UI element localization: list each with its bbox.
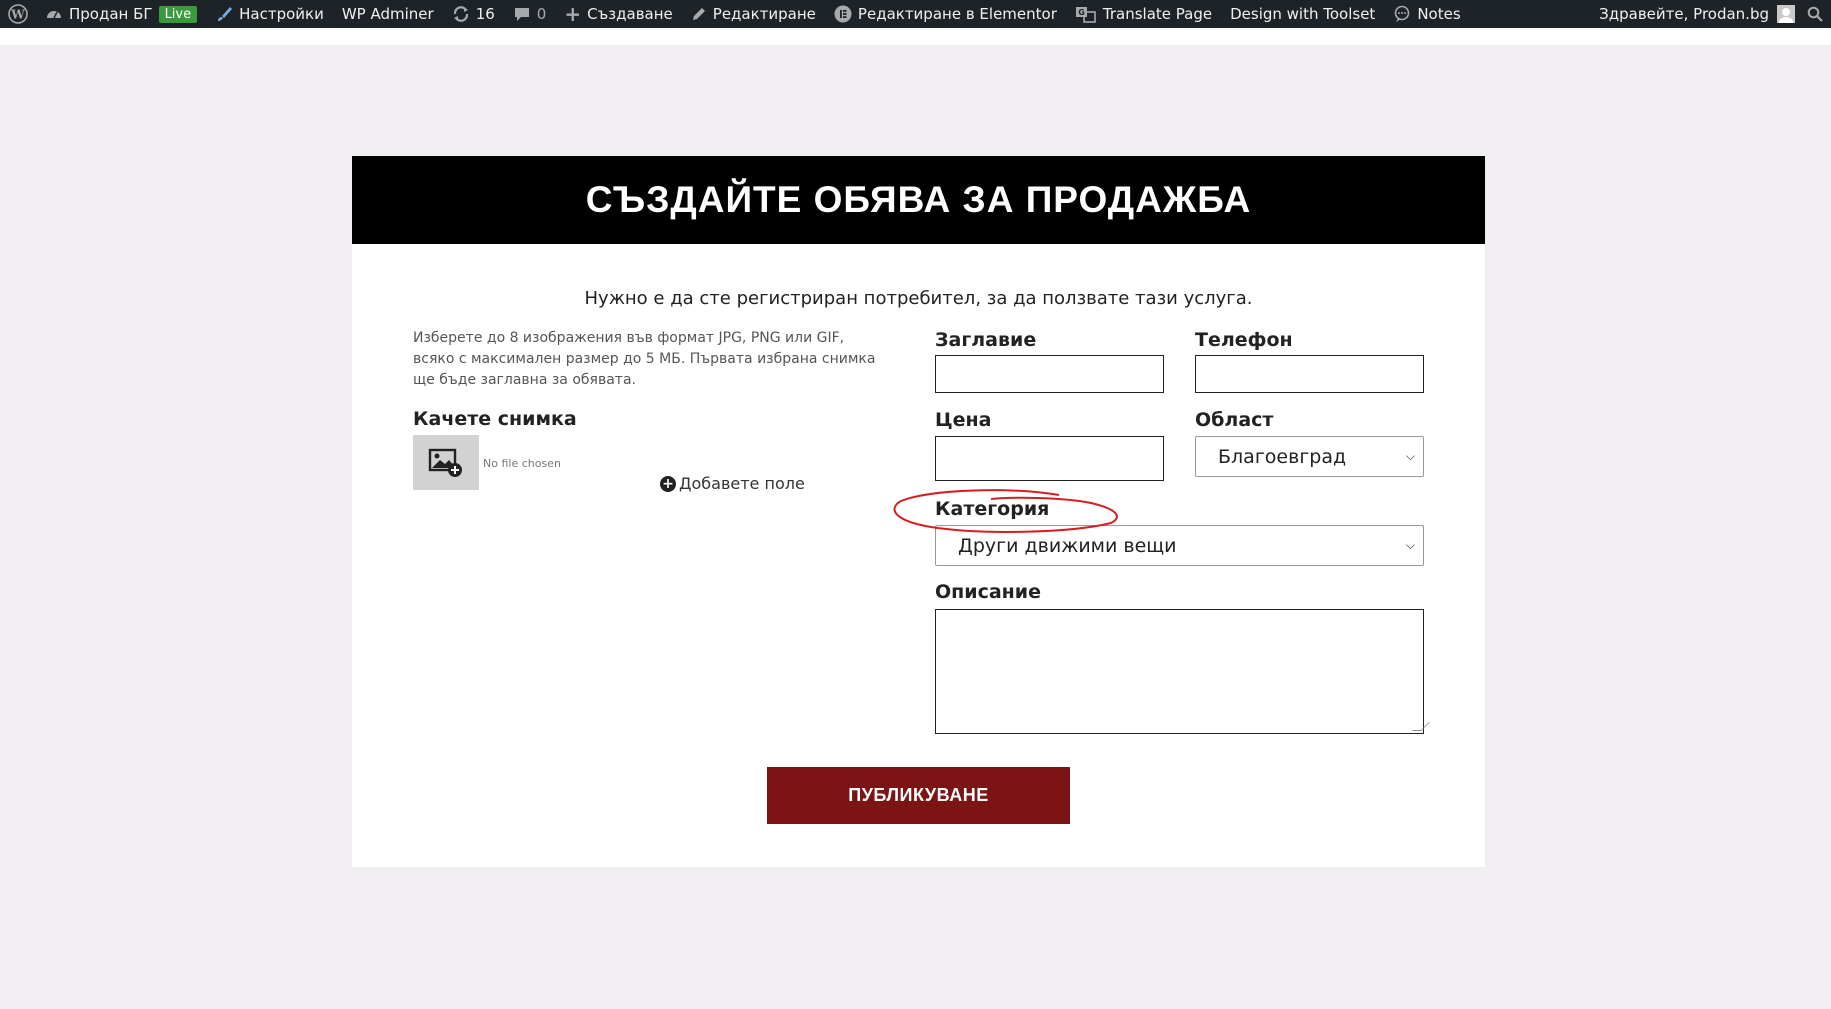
region-label: Област <box>1195 409 1274 431</box>
translate-page-link[interactable]: G Translate Page <box>1066 0 1221 28</box>
wordpress-logo-icon[interactable]: W <box>0 4 36 24</box>
edit-link[interactable]: Редактиране <box>682 0 825 28</box>
translate-page-label: Translate Page <box>1102 5 1213 23</box>
svg-text:W: W <box>10 8 25 22</box>
create-label: Създаване <box>587 5 673 23</box>
site-name-menu[interactable]: Продан БГ Live <box>36 0 206 28</box>
settings-menu[interactable]: Настройки <box>206 0 333 28</box>
publish-button[interactable]: ПУБЛИКУВАНЕ <box>767 767 1070 824</box>
design-toolset-label: Design with Toolset <box>1230 5 1376 23</box>
price-label: Цена <box>935 409 992 431</box>
page-top-strip <box>0 28 1831 45</box>
region-select[interactable]: Благоевград ⌵ <box>1195 436 1424 477</box>
notes-link[interactable]: Notes <box>1384 0 1469 28</box>
title-input[interactable] <box>935 355 1164 393</box>
edit-elementor-label: Редактиране в Elementor <box>857 5 1057 23</box>
updates-icon <box>452 5 470 23</box>
upload-label: Качете снимка <box>413 408 577 430</box>
add-field-label: Добавете поле <box>679 474 805 493</box>
form-header: СЪЗДАЙТЕ ОБЯВА ЗА ПРОДАЖБА <box>352 156 1485 244</box>
add-image-icon <box>428 448 462 477</box>
plus-icon: + <box>564 2 582 26</box>
resize-handle[interactable] <box>1412 722 1430 731</box>
edit-label: Редактиране <box>712 5 816 23</box>
phone-label: Телефон <box>1195 329 1293 351</box>
greeting: Здравейте, Prodan.bg <box>1599 5 1769 23</box>
svg-text:G: G <box>1078 8 1085 17</box>
description-label: Описание <box>935 581 1042 603</box>
annotation-circle <box>893 489 1118 533</box>
admin-bar: W Продан БГ Live Настройки WP Adminer 16… <box>0 0 1831 28</box>
region-value: Благоевград <box>1218 445 1347 468</box>
plus-circle-icon: + <box>660 475 676 492</box>
notes-label: Notes <box>1417 5 1461 23</box>
description-textarea[interactable] <box>935 609 1430 734</box>
brush-icon <box>215 5 233 23</box>
wp-adminer-label: WP Adminer <box>341 5 434 23</box>
admin-bar-right: Здравейте, Prodan.bg <box>1590 0 1831 28</box>
notes-icon <box>1393 5 1411 23</box>
registration-notice: Нужно е да сте регистриран потребител, з… <box>584 288 1253 309</box>
create-menu[interactable]: + Създаване <box>555 0 681 28</box>
live-badge: Live <box>158 5 198 23</box>
dashboard-icon <box>45 6 63 22</box>
upload-help-text: Изберете до 8 изображения във формат JPG… <box>413 330 876 388</box>
search-icon[interactable] <box>1801 6 1829 22</box>
comments-link[interactable]: 0 <box>504 0 556 28</box>
chevron-down-icon: ⌵ <box>1405 538 1415 552</box>
chevron-down-icon: ⌵ <box>1405 449 1415 463</box>
wp-adminer-link[interactable]: WP Adminer <box>333 0 443 28</box>
pencil-icon <box>691 6 707 22</box>
price-input[interactable] <box>935 436 1164 481</box>
comments-count: 0 <box>536 5 547 23</box>
translate-icon: G <box>1075 5 1097 23</box>
account-menu[interactable]: Здравейте, Prodan.bg <box>1590 0 1801 28</box>
comment-icon <box>513 5 531 23</box>
site-name: Продан БГ <box>69 5 153 23</box>
elementor-icon <box>834 5 852 23</box>
edit-elementor-link[interactable]: Редактиране в Elementor <box>825 0 1066 28</box>
add-field-button[interactable]: + Добавете поле <box>660 474 805 493</box>
phone-input[interactable] <box>1195 355 1424 393</box>
updates-count: 16 <box>475 5 495 23</box>
settings-label: Настройки <box>239 5 324 23</box>
title-label: Заглавие <box>935 329 1037 351</box>
avatar <box>1777 5 1795 23</box>
updates-link[interactable]: 16 <box>443 0 504 28</box>
design-toolset-link[interactable]: Design with Toolset <box>1221 0 1384 28</box>
image-upload-button[interactable] <box>413 435 479 490</box>
form-title: СЪЗДАЙТЕ ОБЯВА ЗА ПРОДАЖБА <box>585 179 1252 220</box>
no-file-chosen: No file chosen <box>483 457 561 470</box>
